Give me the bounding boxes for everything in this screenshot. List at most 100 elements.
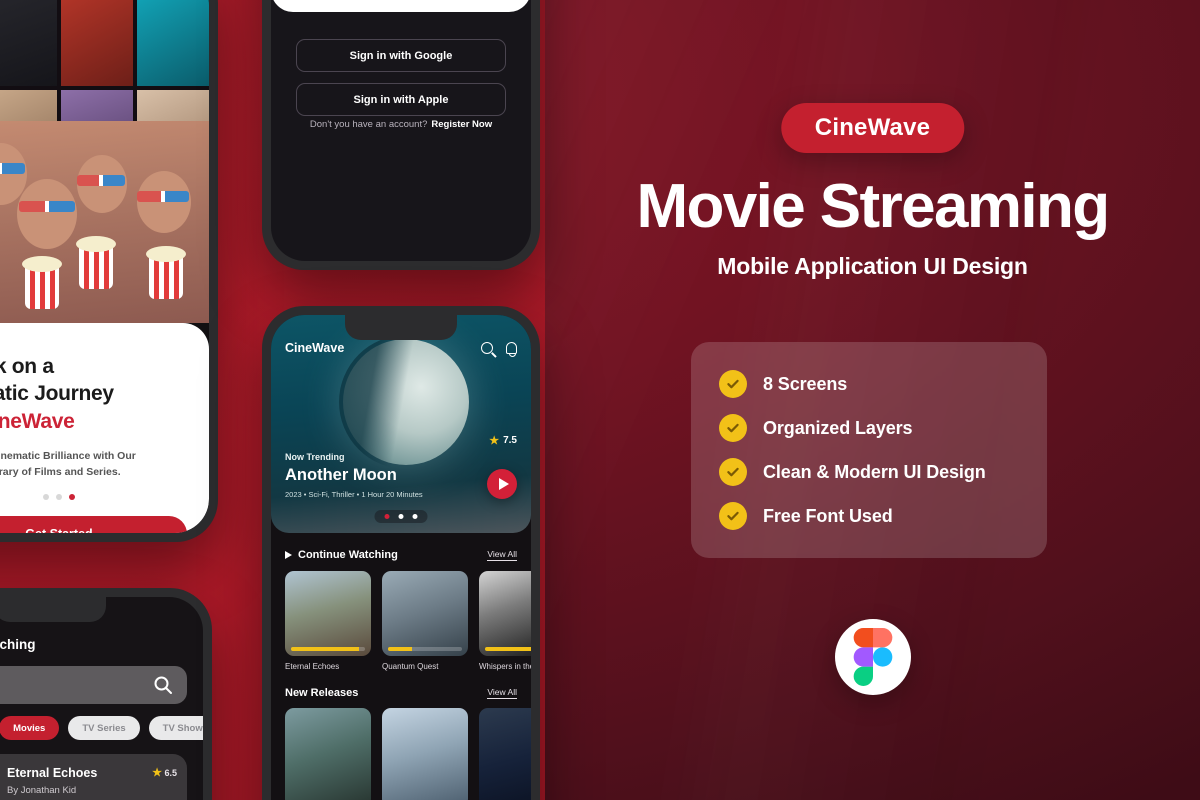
category-chip-list[interactable]: Categories Movies TV Series TV Show — [0, 716, 203, 740]
chip-tv-series[interactable]: TV Series — [68, 716, 140, 740]
new-release-card[interactable] — [479, 708, 531, 800]
feature-label: Free Font Used — [763, 505, 893, 526]
chip-movies[interactable]: Movies — [0, 716, 60, 740]
chip-tv-show[interactable]: TV Show — [148, 716, 203, 740]
onboarding-title-line1: Embark on a — [0, 355, 54, 378]
collage-tile — [137, 0, 209, 86]
continue-watching-card[interactable]: Eternal Echoes — [285, 571, 371, 671]
progress-bar — [485, 647, 531, 651]
card-thumbnail — [479, 571, 531, 656]
onboarding-pagination-dots[interactable] — [0, 494, 187, 501]
onboarding-title-line2: Cinematic Journey — [0, 382, 114, 406]
result-rating: ★ 6.5 — [152, 766, 177, 779]
play-small-icon — [285, 551, 292, 559]
search-screen: Continue Watching Search Categories Movi… — [0, 597, 203, 800]
continue-watching-card[interactable]: Quantum Quest — [382, 571, 468, 671]
moon-artwork — [339, 335, 474, 469]
phone-mockup-home: CineWave Now Trending Another Moon 2023 … — [262, 306, 540, 800]
search-screen-header: Continue Watching — [0, 637, 36, 652]
sign-in-google-button[interactable]: Sign in with Google — [296, 39, 506, 72]
continue-watching-card[interactable]: Whispers in the D — [479, 571, 531, 671]
topbar-icons — [481, 342, 517, 357]
view-all-continue-watching[interactable]: View All — [487, 549, 517, 561]
view-all-new-releases[interactable]: View All — [487, 687, 517, 699]
hero-pagination-dots[interactable] — [374, 510, 428, 523]
home-screen: CineWave Now Trending Another Moon 2023 … — [271, 315, 531, 800]
hero-banner[interactable]: CineWave Now Trending Another Moon 2023 … — [271, 315, 531, 533]
play-icon — [498, 478, 509, 490]
social-login-group: Sign in with Google Sign in with Apple — [296, 39, 506, 127]
feature-label: Organized Layers — [763, 417, 913, 438]
collage-tile — [61, 0, 133, 86]
page-subtitle: Mobile Application UI Design — [717, 253, 1028, 279]
check-circle-icon — [719, 502, 747, 530]
card-thumbnail — [382, 571, 468, 656]
feature-item: 8 Screens — [691, 362, 1047, 406]
onboarding-title: Embark on a Cinematic Journey with CineW… — [0, 353, 187, 435]
check-circle-icon — [719, 414, 747, 442]
new-release-card[interactable] — [285, 708, 371, 800]
feature-label: 8 Screens — [763, 373, 848, 394]
search-icon[interactable] — [153, 675, 173, 695]
search-result-row[interactable]: Eternal Echoes By Jonathan Kid 2023 • Ro… — [0, 754, 187, 800]
onboarding-screen: Embark on a Cinematic Journey with CineW… — [0, 0, 209, 533]
hero-title: Another Moon — [285, 466, 397, 484]
search-icon[interactable] — [481, 342, 493, 354]
search-input[interactable]: Search — [0, 666, 187, 704]
pagination-dot[interactable] — [56, 494, 62, 501]
hero-play-button[interactable] — [487, 469, 517, 499]
section-header-new-releases: New Releases View All — [271, 671, 531, 699]
get-started-button[interactable]: Get Started — [0, 516, 187, 533]
result-meta: Eternal Echoes By Jonathan Kid 2023 • Ro… — [7, 762, 179, 800]
star-icon: ★ — [489, 435, 500, 447]
app-logo: CineWave — [285, 341, 345, 355]
feature-label: Clean & Modern UI Design — [763, 461, 986, 482]
star-icon: ★ — [152, 767, 162, 779]
pagination-dot-active[interactable] — [384, 514, 390, 519]
onboarding-subtitle-line1: Experience Cinematic Brilliance with Our — [0, 449, 136, 462]
card-thumbnail — [285, 571, 371, 656]
card-title: Quantum Quest — [382, 662, 439, 671]
card-title: Eternal Echoes — [285, 662, 340, 671]
hero-meta: 2023 • Sci-Fi, Thriller • 1 Hour 20 Minu… — [285, 490, 423, 499]
hero-eyebrow: Now Trending — [285, 452, 345, 462]
pagination-dot-active[interactable] — [69, 494, 75, 501]
onboarding-subtitle: Experience Cinematic Brilliance with Our… — [0, 448, 187, 481]
phone-notch — [0, 597, 106, 622]
pagination-dot[interactable] — [398, 514, 404, 519]
hero-rating: ★ 7.5 — [489, 434, 517, 447]
phone-mockup-search: Continue Watching Search Categories Movi… — [0, 588, 212, 800]
pagination-dot[interactable] — [43, 494, 49, 501]
new-releases-row[interactable] — [271, 699, 531, 800]
section-header-continue-watching: Continue Watching View All — [271, 533, 531, 561]
bell-icon[interactable] — [506, 342, 517, 357]
check-circle-icon — [719, 458, 747, 486]
brand-badge: CineWave — [780, 103, 965, 153]
register-prompt: Don't you have an account? Register Now — [271, 119, 531, 130]
section-title-group: New Releases — [285, 687, 358, 699]
onboarding-card: Embark on a Cinematic Journey with CineW… — [0, 323, 209, 533]
login-screen: •••••••••••• Stay Logged In Forgot Passw… — [271, 0, 531, 261]
register-now-link[interactable]: Register Now — [431, 119, 492, 130]
home-topbar: CineWave — [285, 341, 517, 357]
page-title: Movie Streaming — [636, 172, 1110, 241]
onboarding-brand-name: CineWave — [0, 409, 75, 433]
section-title-group: Continue Watching — [285, 549, 398, 561]
onboarding-subtitle-line2: Extensive Library of Films and Series. — [0, 466, 121, 479]
register-prompt-text: Don't you have an account? — [309, 119, 428, 130]
section-title: New Releases — [285, 687, 359, 699]
collage-tile — [0, 0, 57, 86]
promo-panel: CineWave Movie Streaming Mobile Applicat… — [545, 0, 1200, 800]
new-release-card[interactable] — [382, 708, 468, 800]
pagination-dot[interactable] — [412, 514, 418, 519]
phone-mockup-onboarding: Embark on a Cinematic Journey with CineW… — [0, 0, 218, 542]
continue-watching-row[interactable]: Eternal Echoes Quantum Quest Whispers in… — [271, 561, 531, 671]
feature-list-panel: 8 Screens Organized Layers Clean & Moder… — [691, 342, 1047, 558]
result-author: By Jonathan Kid — [7, 785, 77, 796]
sign-in-apple-button[interactable]: Sign in with Apple — [296, 83, 506, 116]
progress-bar — [291, 647, 365, 651]
progress-bar — [388, 647, 462, 651]
feature-item: Clean & Modern UI Design — [691, 450, 1047, 494]
check-circle-icon — [719, 370, 747, 398]
audience-photo — [0, 121, 209, 323]
